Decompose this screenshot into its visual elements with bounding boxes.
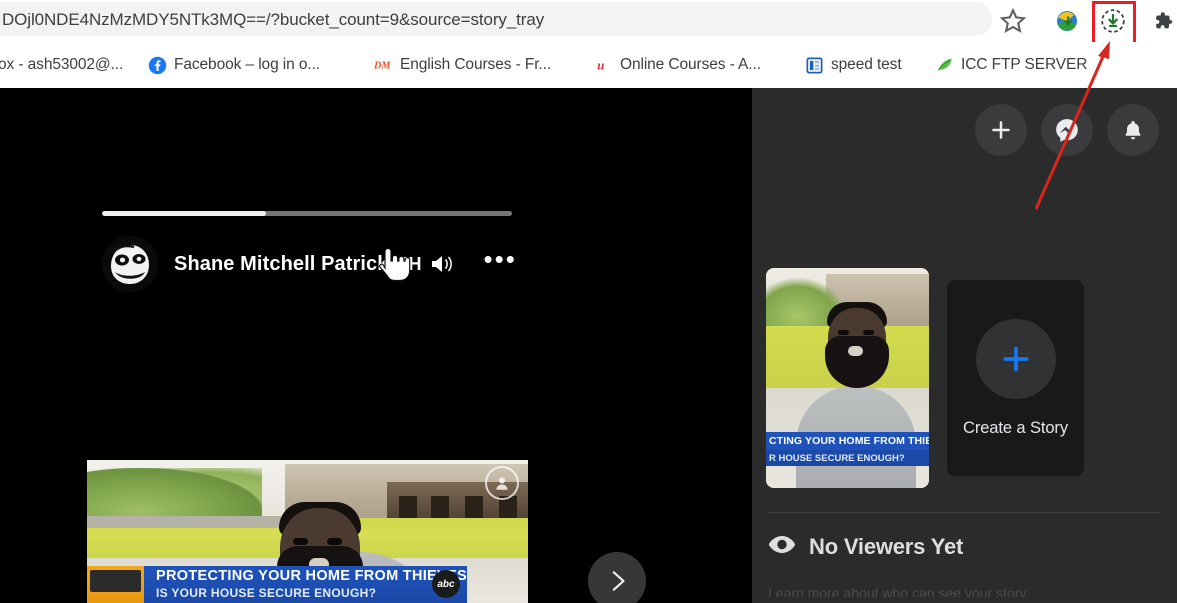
bookmark-item-3[interactable]: u Online Courses - A... [594, 52, 761, 78]
udemy-u-icon: u [594, 56, 613, 75]
next-story-button[interactable] [588, 552, 646, 603]
news-chyron: PROTECTING YOUR HOME FROM THIEVES IS YOU… [144, 566, 467, 603]
video-road-far [87, 516, 297, 528]
story-timestamp: 4H [398, 253, 422, 274]
svg-text:DM: DM [374, 61, 391, 72]
story-progress-fill [102, 211, 266, 216]
dm-script-icon: DM [374, 56, 393, 75]
facebook-icon [148, 56, 167, 75]
thumb-subject-eye [838, 330, 849, 335]
sidebar-divider [768, 512, 1161, 513]
create-story-circle [975, 318, 1056, 399]
screenshot-root: DOjl0NDE4NzMzMDY5NTk3MQ==/?bucket_count=… [0, 0, 1177, 603]
notifications-button[interactable] [1107, 104, 1159, 156]
add-story-button[interactable] [975, 104, 1027, 156]
bookmark-label-2: English Courses - Fr... [400, 56, 552, 73]
abc-network-logo: abc [432, 570, 460, 598]
idm-download-manager-icon[interactable] [1050, 4, 1084, 38]
bookmark-item-4[interactable]: speed test [805, 52, 902, 78]
bookmark-label-4: speed test [831, 56, 902, 73]
bookmark-label-3: Online Courses - A... [620, 56, 761, 73]
speedtest-icon [805, 56, 824, 75]
bookmark-label-0: ox - ash53002@... [0, 56, 124, 73]
bookmark-star-icon[interactable] [998, 6, 1028, 36]
create-story-card[interactable]: Create a Story [947, 280, 1084, 476]
story-header: Shane Mitchell Patrick 4H ••• [102, 236, 517, 292]
bookmarks-bar: ox - ash53002@... Facebook – log in o...… [0, 42, 1177, 89]
address-bar-url: DOjl0NDE4NzMzMDY5NTk3MQ==/?bucket_count=… [2, 10, 545, 29]
viewers-section: No Viewers Yet [768, 534, 963, 560]
story-thumbnail-card[interactable]: CTING YOUR HOME FROM THIEVI R HOUSE SECU… [766, 268, 929, 488]
thumb-subject-mouth [848, 346, 863, 356]
chyron-station-badge [87, 566, 144, 603]
bookmark-label-5: ICC FTP SERVER [961, 56, 1088, 73]
profile-badge-icon [485, 466, 519, 500]
story-progress-bar [102, 211, 512, 216]
omnibox-row: DOjl0NDE4NzMzMDY5NTk3MQ==/?bucket_count=… [0, 0, 1177, 47]
chyron-headline: PROTECTING YOUR HOME FROM THIEVES [156, 568, 467, 584]
viewers-sublabel: Learn more about who can see your story [768, 585, 1027, 597]
viewers-label: No Viewers Yet [809, 534, 964, 559]
extensions-puzzle-icon[interactable] [1146, 4, 1177, 38]
thumb-subject-eye [863, 330, 874, 335]
chyron-subline: IS YOUR HOUSE SECURE ENOUGH? [156, 586, 377, 600]
story-author-name: Shane Mitchell Patrick [174, 252, 389, 275]
ellipsis-icon[interactable]: ••• [484, 246, 517, 274]
messenger-button[interactable] [1041, 104, 1093, 156]
sidebar-action-buttons [975, 104, 1159, 156]
bookmark-item-1[interactable]: Facebook – log in o... [148, 52, 320, 78]
avatar[interactable] [102, 236, 158, 292]
story-viewer: Shane Mitchell Patrick 4H ••• PROTECTING… [0, 88, 1177, 603]
bookmark-item-5[interactable]: ICC FTP SERVER [935, 52, 1087, 78]
create-story-label: Create a Story [963, 418, 1068, 437]
downloads-icon[interactable] [1096, 4, 1130, 38]
plus-icon [1003, 346, 1028, 371]
bookmark-item-0[interactable]: ox - ash53002@... [0, 52, 123, 78]
thumb-chyron-subline: R HOUSE SECURE ENOUGH? [766, 450, 929, 466]
speaker-on-icon[interactable] [428, 249, 458, 279]
story-stage[interactable]: Shane Mitchell Patrick 4H ••• PROTECTING… [0, 88, 752, 603]
chyron-station-badge-inner [90, 570, 141, 592]
story-cards-row: CTING YOUR HOME FROM THIEVI R HOUSE SECU… [766, 268, 1084, 488]
green-leaf-icon [935, 56, 954, 75]
svg-text:u: u [597, 59, 604, 73]
bookmark-item-2[interactable]: DM English Courses - Fr... [374, 52, 551, 78]
video-subject-eye [327, 538, 342, 545]
address-bar[interactable]: DOjl0NDE4NzMzMDY5NTk3MQ==/?bucket_count=… [0, 2, 992, 36]
browser-chrome: DOjl0NDE4NzMzMDY5NTk3MQ==/?bucket_count=… [0, 0, 1177, 89]
video-subject-eye [293, 538, 308, 545]
thumb-chyron-headline: CTING YOUR HOME FROM THIEVI [766, 432, 929, 450]
bookmark-label-1: Facebook – log in o... [174, 56, 321, 73]
story-details-sidebar: Story Details CTING YOUR HOME FROM THIEV [752, 88, 1177, 603]
eye-icon [768, 535, 796, 560]
story-video[interactable]: PROTECTING YOUR HOME FROM THIEVES IS YOU… [87, 460, 528, 603]
